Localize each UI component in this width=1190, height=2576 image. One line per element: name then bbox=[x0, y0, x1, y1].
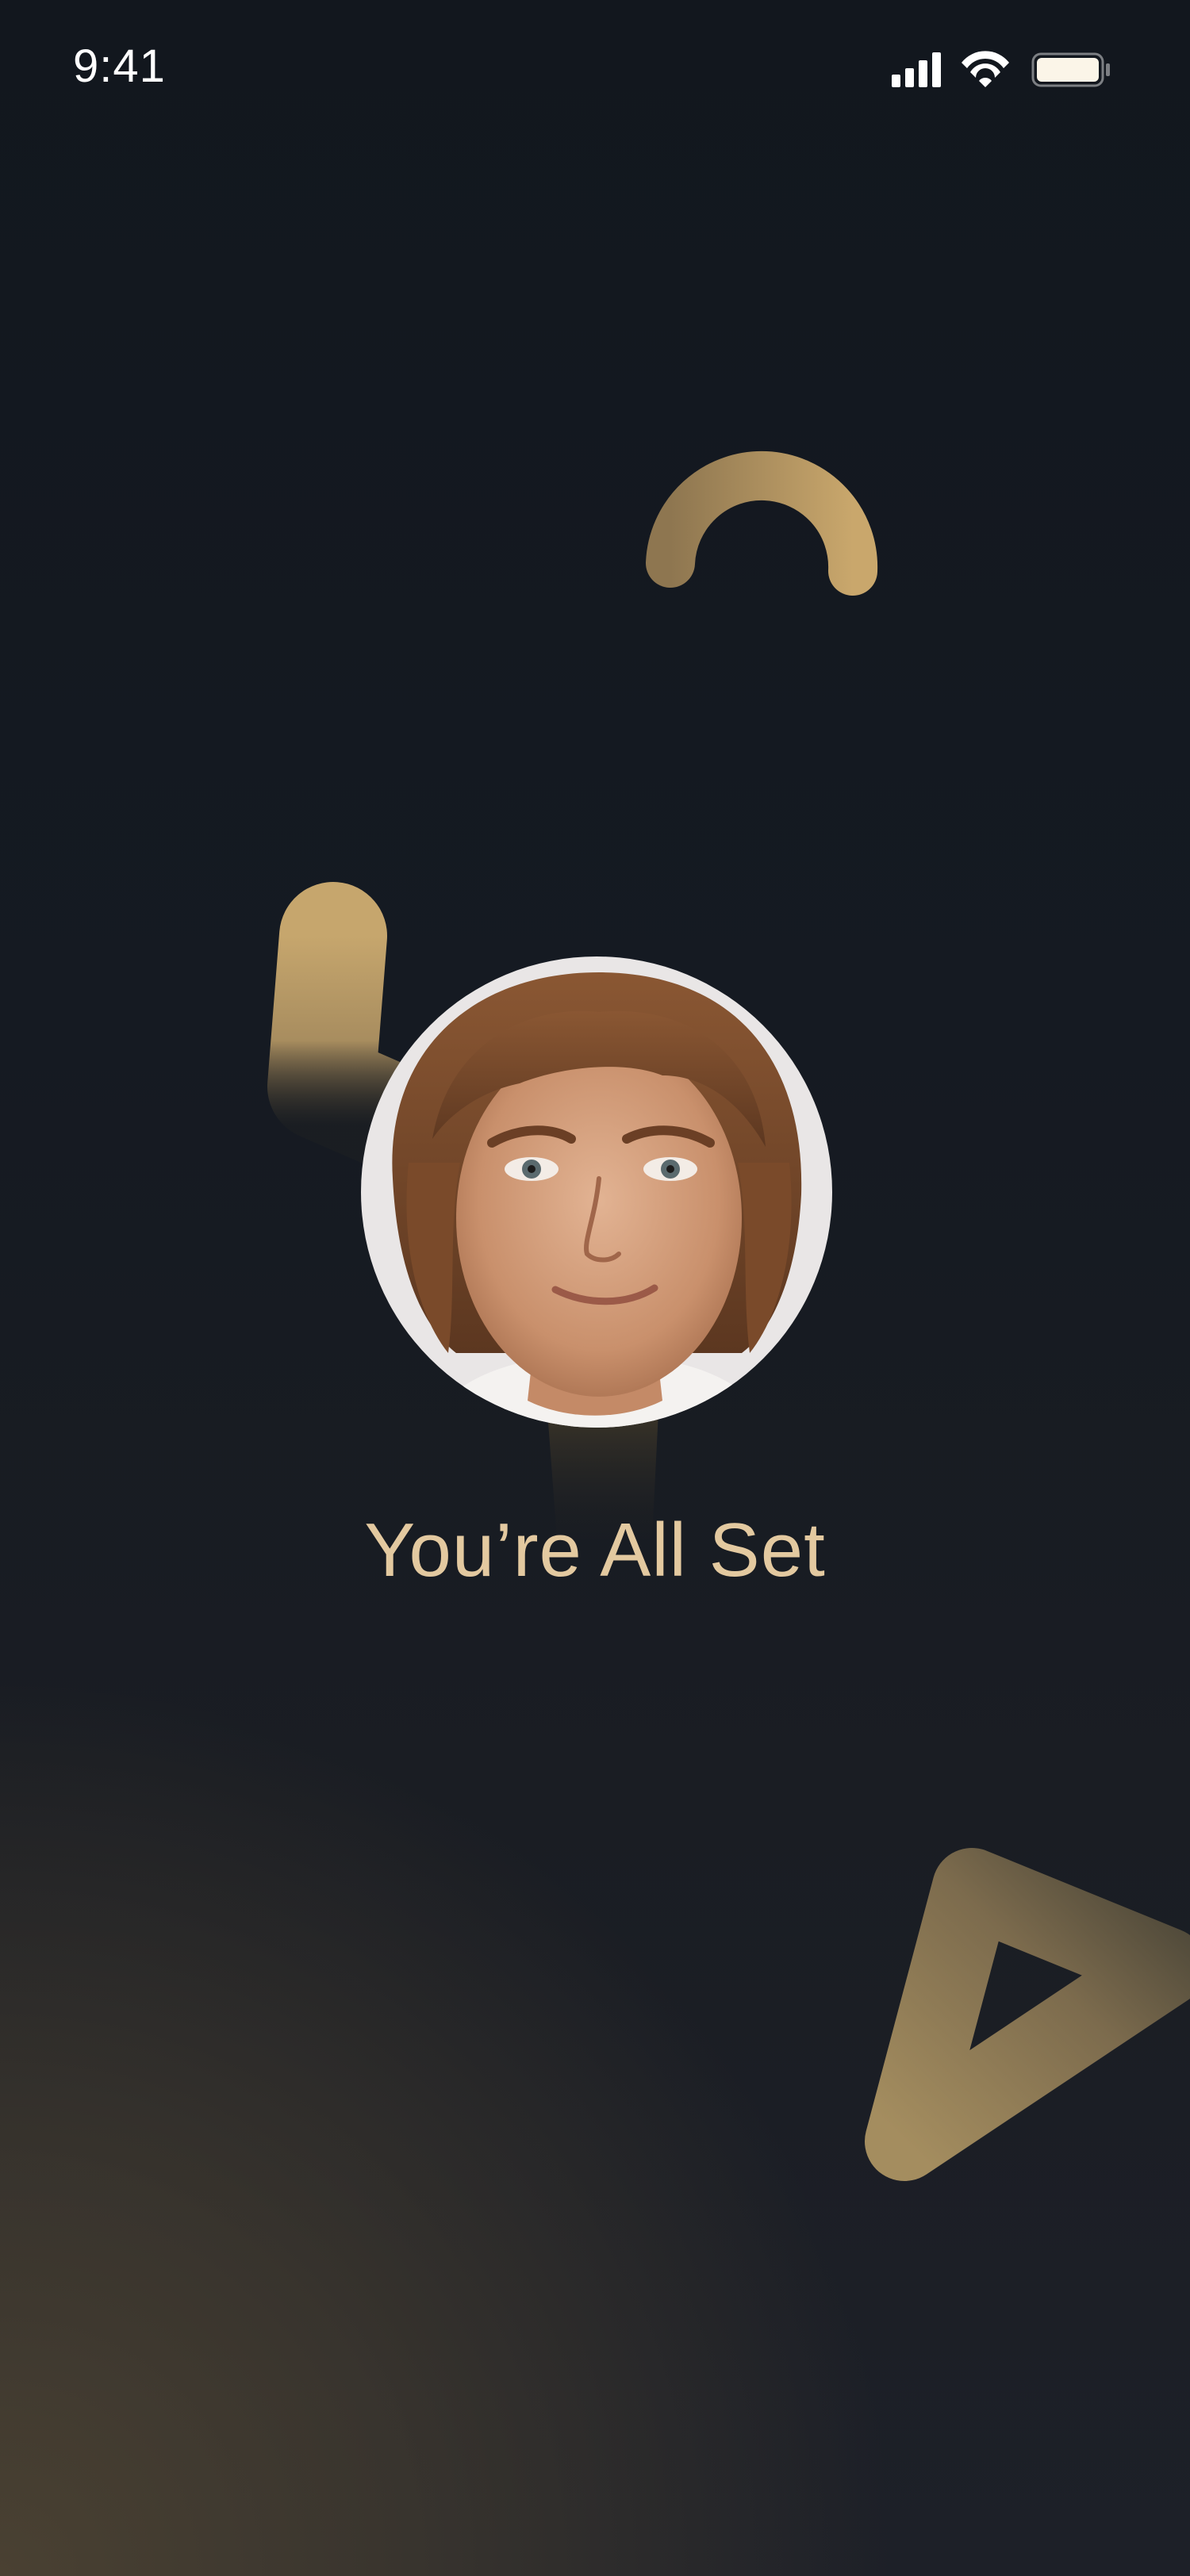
headline: You’re All Set bbox=[364, 1508, 826, 1593]
profile-photo-icon bbox=[361, 956, 832, 1428]
profile-avatar bbox=[361, 956, 832, 1428]
triangle-shape bbox=[865, 1848, 1190, 2181]
arc-shape bbox=[646, 450, 878, 596]
